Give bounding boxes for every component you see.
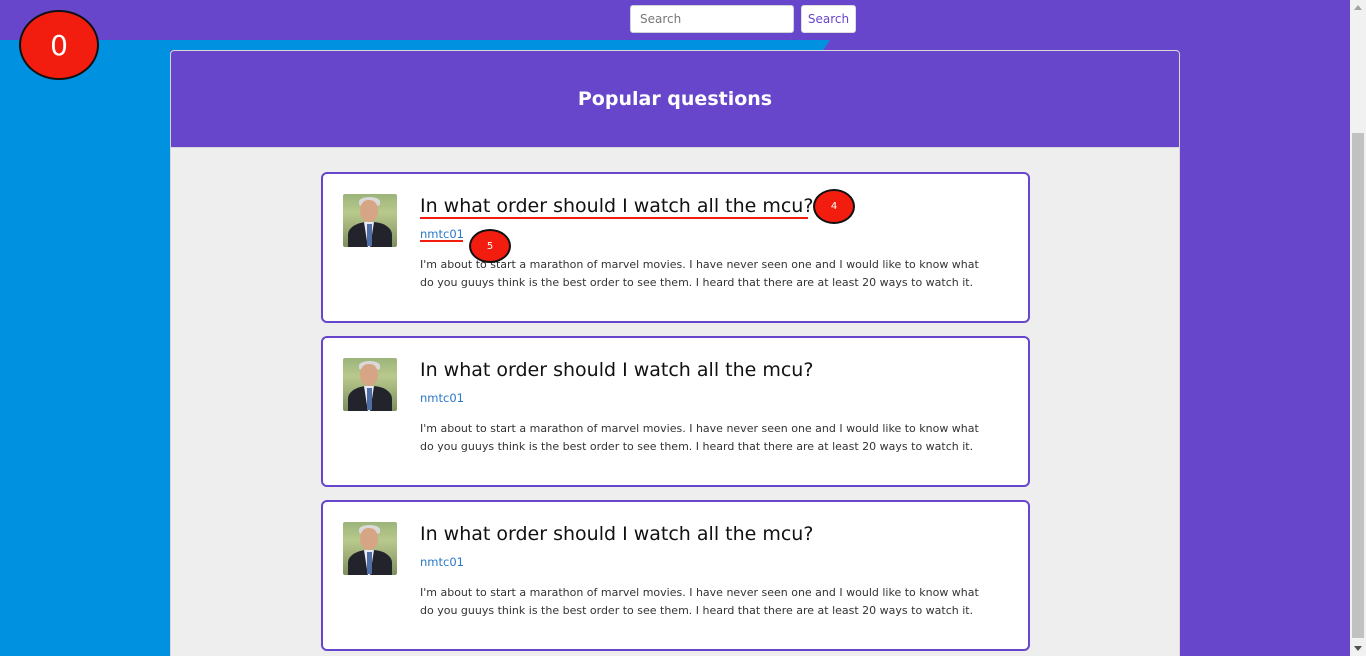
search-input[interactable] bbox=[630, 5, 794, 33]
annotation-marker: 4 bbox=[813, 189, 855, 224]
question-list: In what order should I watch all the mcu… bbox=[321, 172, 1030, 656]
scrollbar-thumb[interactable] bbox=[1352, 133, 1364, 638]
annotation-marker: 5 bbox=[469, 229, 511, 263]
author-avatar[interactable] bbox=[343, 358, 397, 411]
question-card[interactable]: In what order should I watch all the mcu… bbox=[321, 336, 1030, 487]
question-title[interactable]: In what order should I watch all the mcu… bbox=[420, 523, 813, 545]
question-body: I'm about to start a marathon of marvel … bbox=[420, 422, 979, 453]
question-title[interactable]: In what order should I watch all the mcu… bbox=[420, 195, 813, 217]
annotation-underline bbox=[420, 240, 463, 242]
author-avatar[interactable] bbox=[343, 522, 397, 575]
background-accent bbox=[0, 40, 170, 656]
annotation-underline bbox=[420, 217, 808, 219]
panel-header: Popular questions bbox=[171, 51, 1179, 148]
question-author-link[interactable]: nmtc01 bbox=[420, 555, 464, 569]
question-author-link[interactable]: nmtc01 bbox=[420, 391, 464, 405]
scroll-up-arrow-icon[interactable] bbox=[1354, 5, 1362, 10]
question-card[interactable]: In what order should I watch all the mcu… bbox=[321, 500, 1030, 651]
question-author-link[interactable]: nmtc01 bbox=[420, 227, 464, 241]
question-title[interactable]: In what order should I watch all the mcu… bbox=[420, 359, 813, 381]
annotation-badge: 0 bbox=[19, 10, 99, 80]
question-body: I'm about to start a marathon of marvel … bbox=[420, 586, 979, 617]
author-avatar[interactable] bbox=[343, 194, 397, 247]
page: Search Popular questions In what order s… bbox=[0, 0, 1366, 656]
question-card[interactable]: In what order should I watch all the mcu… bbox=[321, 172, 1030, 323]
search-button[interactable]: Search bbox=[801, 5, 856, 33]
question-body: I'm about to start a marathon of marvel … bbox=[420, 258, 979, 289]
background-accent-strip bbox=[170, 40, 830, 50]
vertical-scrollbar[interactable] bbox=[1350, 0, 1366, 656]
questions-panel: Popular questions In what order should I… bbox=[170, 50, 1180, 656]
scroll-down-arrow-icon[interactable] bbox=[1354, 646, 1362, 651]
page-title: Popular questions bbox=[577, 88, 773, 110]
